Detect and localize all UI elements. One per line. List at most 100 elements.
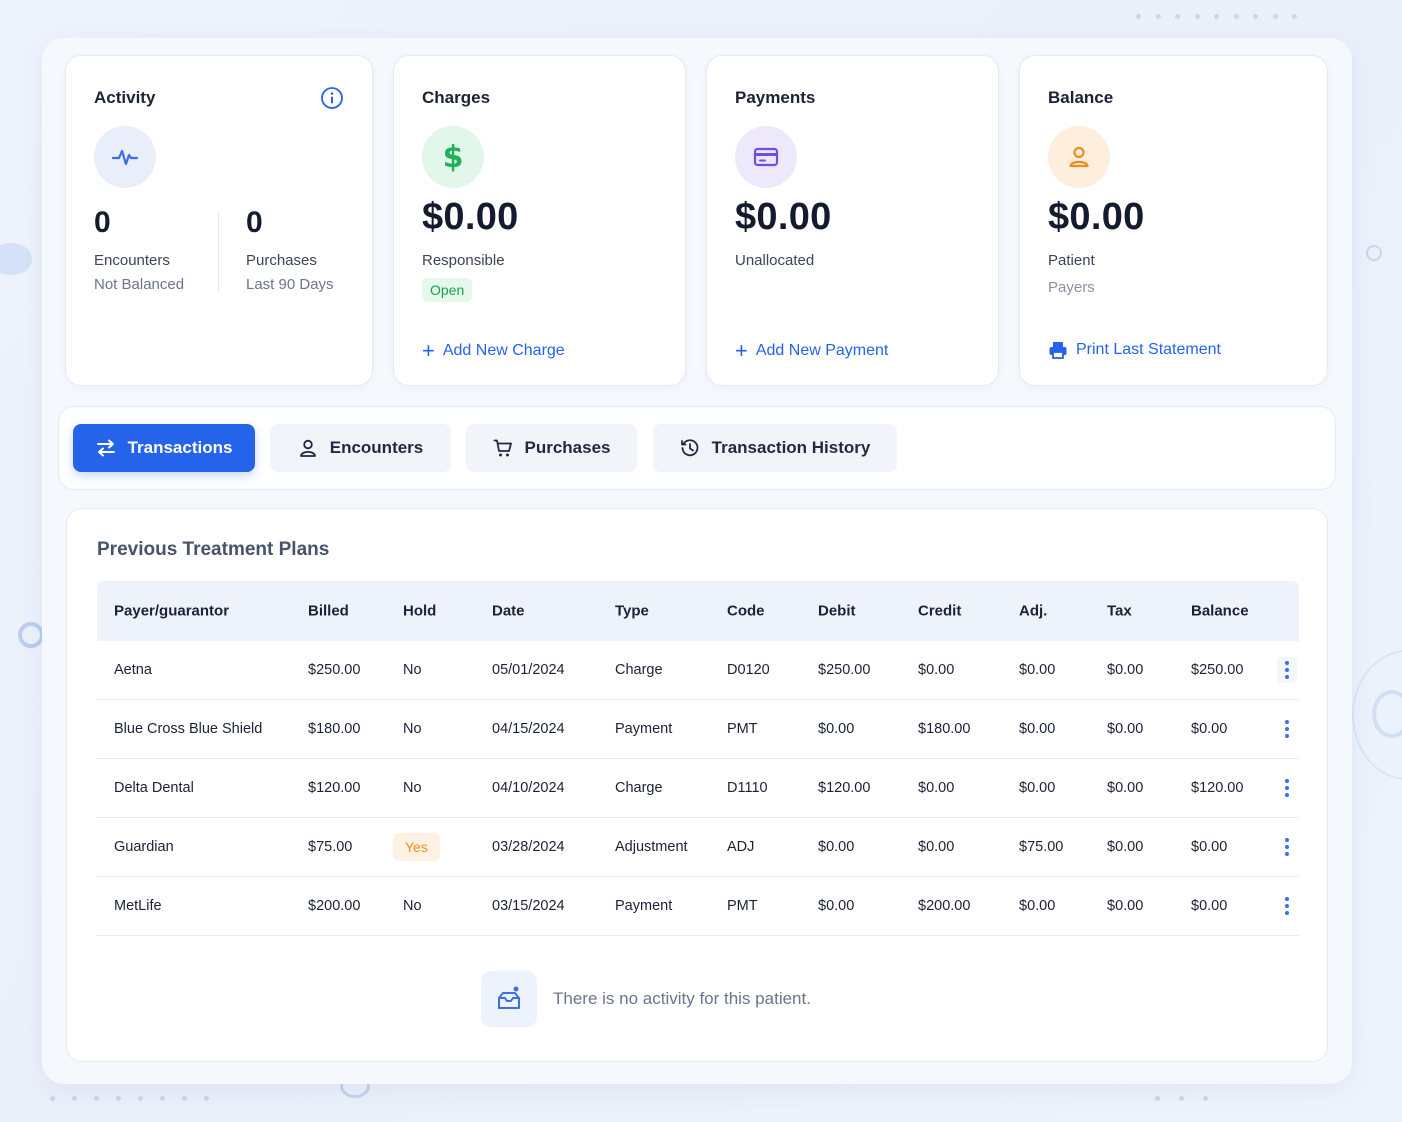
column-header[interactable]: Credit [918,603,961,620]
info-icon[interactable] [320,86,344,110]
payer-cell: Delta Dental [114,780,194,796]
billed-cell: $180.00 [308,721,361,737]
row-menu-icon[interactable] [1277,834,1297,860]
code-cell: D0120 [727,662,770,678]
print-last-statement-label: Print Last Statement [1076,341,1221,358]
hold-cell: No [403,780,422,796]
adj-cell: $75.00 [1019,839,1064,855]
user-icon [1069,146,1089,168]
tax-cell: $0.00 [1107,721,1144,737]
hold-cell: No [403,898,422,914]
plus-icon: + [422,338,435,363]
table-row[interactable]: Aetna $250.00 No 05/01/2024 Charge D0120… [97,641,1299,700]
column-header[interactable]: Payer/guarantor [114,603,229,620]
history-icon [680,439,699,457]
purchases-label: Purchases [246,252,317,269]
payments-card: Payments $0.00 Unallocated + Add New Pay… [706,55,999,386]
empty-state-icon-badge [481,971,537,1027]
code-cell: PMT [727,721,758,737]
column-header[interactable]: Debit [818,603,856,620]
hold-cell: No [403,662,422,678]
swap-arrows-icon [96,439,115,457]
inbox-icon [498,986,520,1009]
column-header[interactable]: Balance [1191,603,1249,620]
credit-cell: $0.00 [918,780,955,796]
add-new-payment-label: Add New Payment [755,342,889,359]
column-header[interactable]: Billed [308,603,349,620]
date-cell: 04/10/2024 [492,780,565,796]
billed-cell: $250.00 [308,662,361,678]
user-icon [299,439,316,457]
tax-cell: $0.00 [1107,780,1144,796]
tax-cell: $0.00 [1107,839,1144,855]
charges-card: Charges $ $0.00 Responsible Open + Add N… [393,55,686,386]
column-header[interactable]: Tax [1107,603,1132,620]
decorative-ring [18,622,44,648]
decorative-circle [0,243,32,275]
balance-label: Patient [1048,252,1095,269]
transactions-table: Payer/guarantor Billed Hold Date Type Co… [97,581,1299,936]
adj-cell: $0.00 [1019,721,1056,737]
payments-icon-badge [735,126,797,188]
section-title: Previous Treatment Plans [97,539,330,560]
tab-purchases[interactable]: Purchases [466,424,637,472]
column-header[interactable]: Type [615,603,649,620]
table-row[interactable]: Delta Dental $120.00 No 04/10/2024 Charg… [97,759,1299,818]
balance-title: Balance [1048,88,1114,107]
type-cell: Adjustment [615,839,688,855]
divider [218,212,219,292]
date-cell: 03/15/2024 [492,898,565,914]
decorative-dots [1136,14,1312,19]
payer-cell: Guardian [114,839,174,855]
column-header[interactable]: Date [492,603,525,620]
credit-cell: $200.00 [918,898,971,914]
tab-label: Transaction History [711,438,871,457]
date-cell: 04/15/2024 [492,721,565,737]
debit-cell: $0.00 [818,839,855,855]
print-last-statement-link[interactable]: Print Last Statement [1048,340,1221,360]
column-header[interactable]: Code [727,603,765,620]
row-menu-icon[interactable] [1277,657,1297,683]
tab-transactions[interactable]: Transactions [73,424,255,472]
row-menu-icon[interactable] [1277,893,1297,919]
purchases-count: 0 [246,206,263,239]
billed-cell: $120.00 [308,780,361,796]
column-header[interactable]: Hold [403,603,436,620]
balance-cell: $250.00 [1191,662,1244,678]
cart-icon [493,439,512,457]
balance-icon-badge [1048,126,1110,188]
dollar-icon: $ [442,139,464,175]
tab-bar: Transactions Encounters Purchases Transa… [58,406,1336,490]
row-menu-icon[interactable] [1277,775,1297,801]
column-header[interactable]: Adj. [1019,603,1047,620]
billed-cell: $200.00 [308,898,361,914]
empty-state: There is no activity for this patient. [481,971,811,1027]
charges-amount: $0.00 [422,196,519,238]
activity-title: Activity [94,88,156,107]
billed-cell: $75.00 [308,839,353,855]
code-cell: ADJ [727,839,755,855]
table-row[interactable]: Blue Cross Blue Shield $180.00 No 04/15/… [97,700,1299,759]
status-badge: Open [422,278,473,302]
balance-sublabel: Payers [1048,279,1095,296]
printer-icon [1049,342,1067,359]
tab-transaction-history[interactable]: Transaction History [653,424,897,472]
add-new-charge-link[interactable]: + Add New Charge [422,340,565,362]
table-row[interactable]: Guardian $75.00 Yes 03/28/2024 Adjustmen… [97,818,1299,877]
tab-encounters[interactable]: Encounters [270,424,451,472]
charges-label: Responsible [422,252,505,269]
add-new-payment-link[interactable]: + Add New Payment [735,340,888,362]
decorative-dots [1155,1096,1208,1101]
activity-icon-badge [94,126,156,188]
type-cell: Payment [615,721,673,737]
balance-amount: $0.00 [1048,196,1145,238]
row-menu-icon[interactable] [1277,716,1297,742]
debit-cell: $120.00 [818,780,871,796]
balance-card: Balance $0.00 Patient Payers Print Last … [1019,55,1328,386]
table-row[interactable]: MetLife $200.00 No 03/15/2024 Payment PM… [97,877,1299,936]
debit-cell: $250.00 [818,662,871,678]
decorative-ring [1366,245,1382,261]
hold-badge: Yes [393,833,440,861]
balance-cell: $0.00 [1191,898,1228,914]
tab-label: Purchases [524,438,611,457]
